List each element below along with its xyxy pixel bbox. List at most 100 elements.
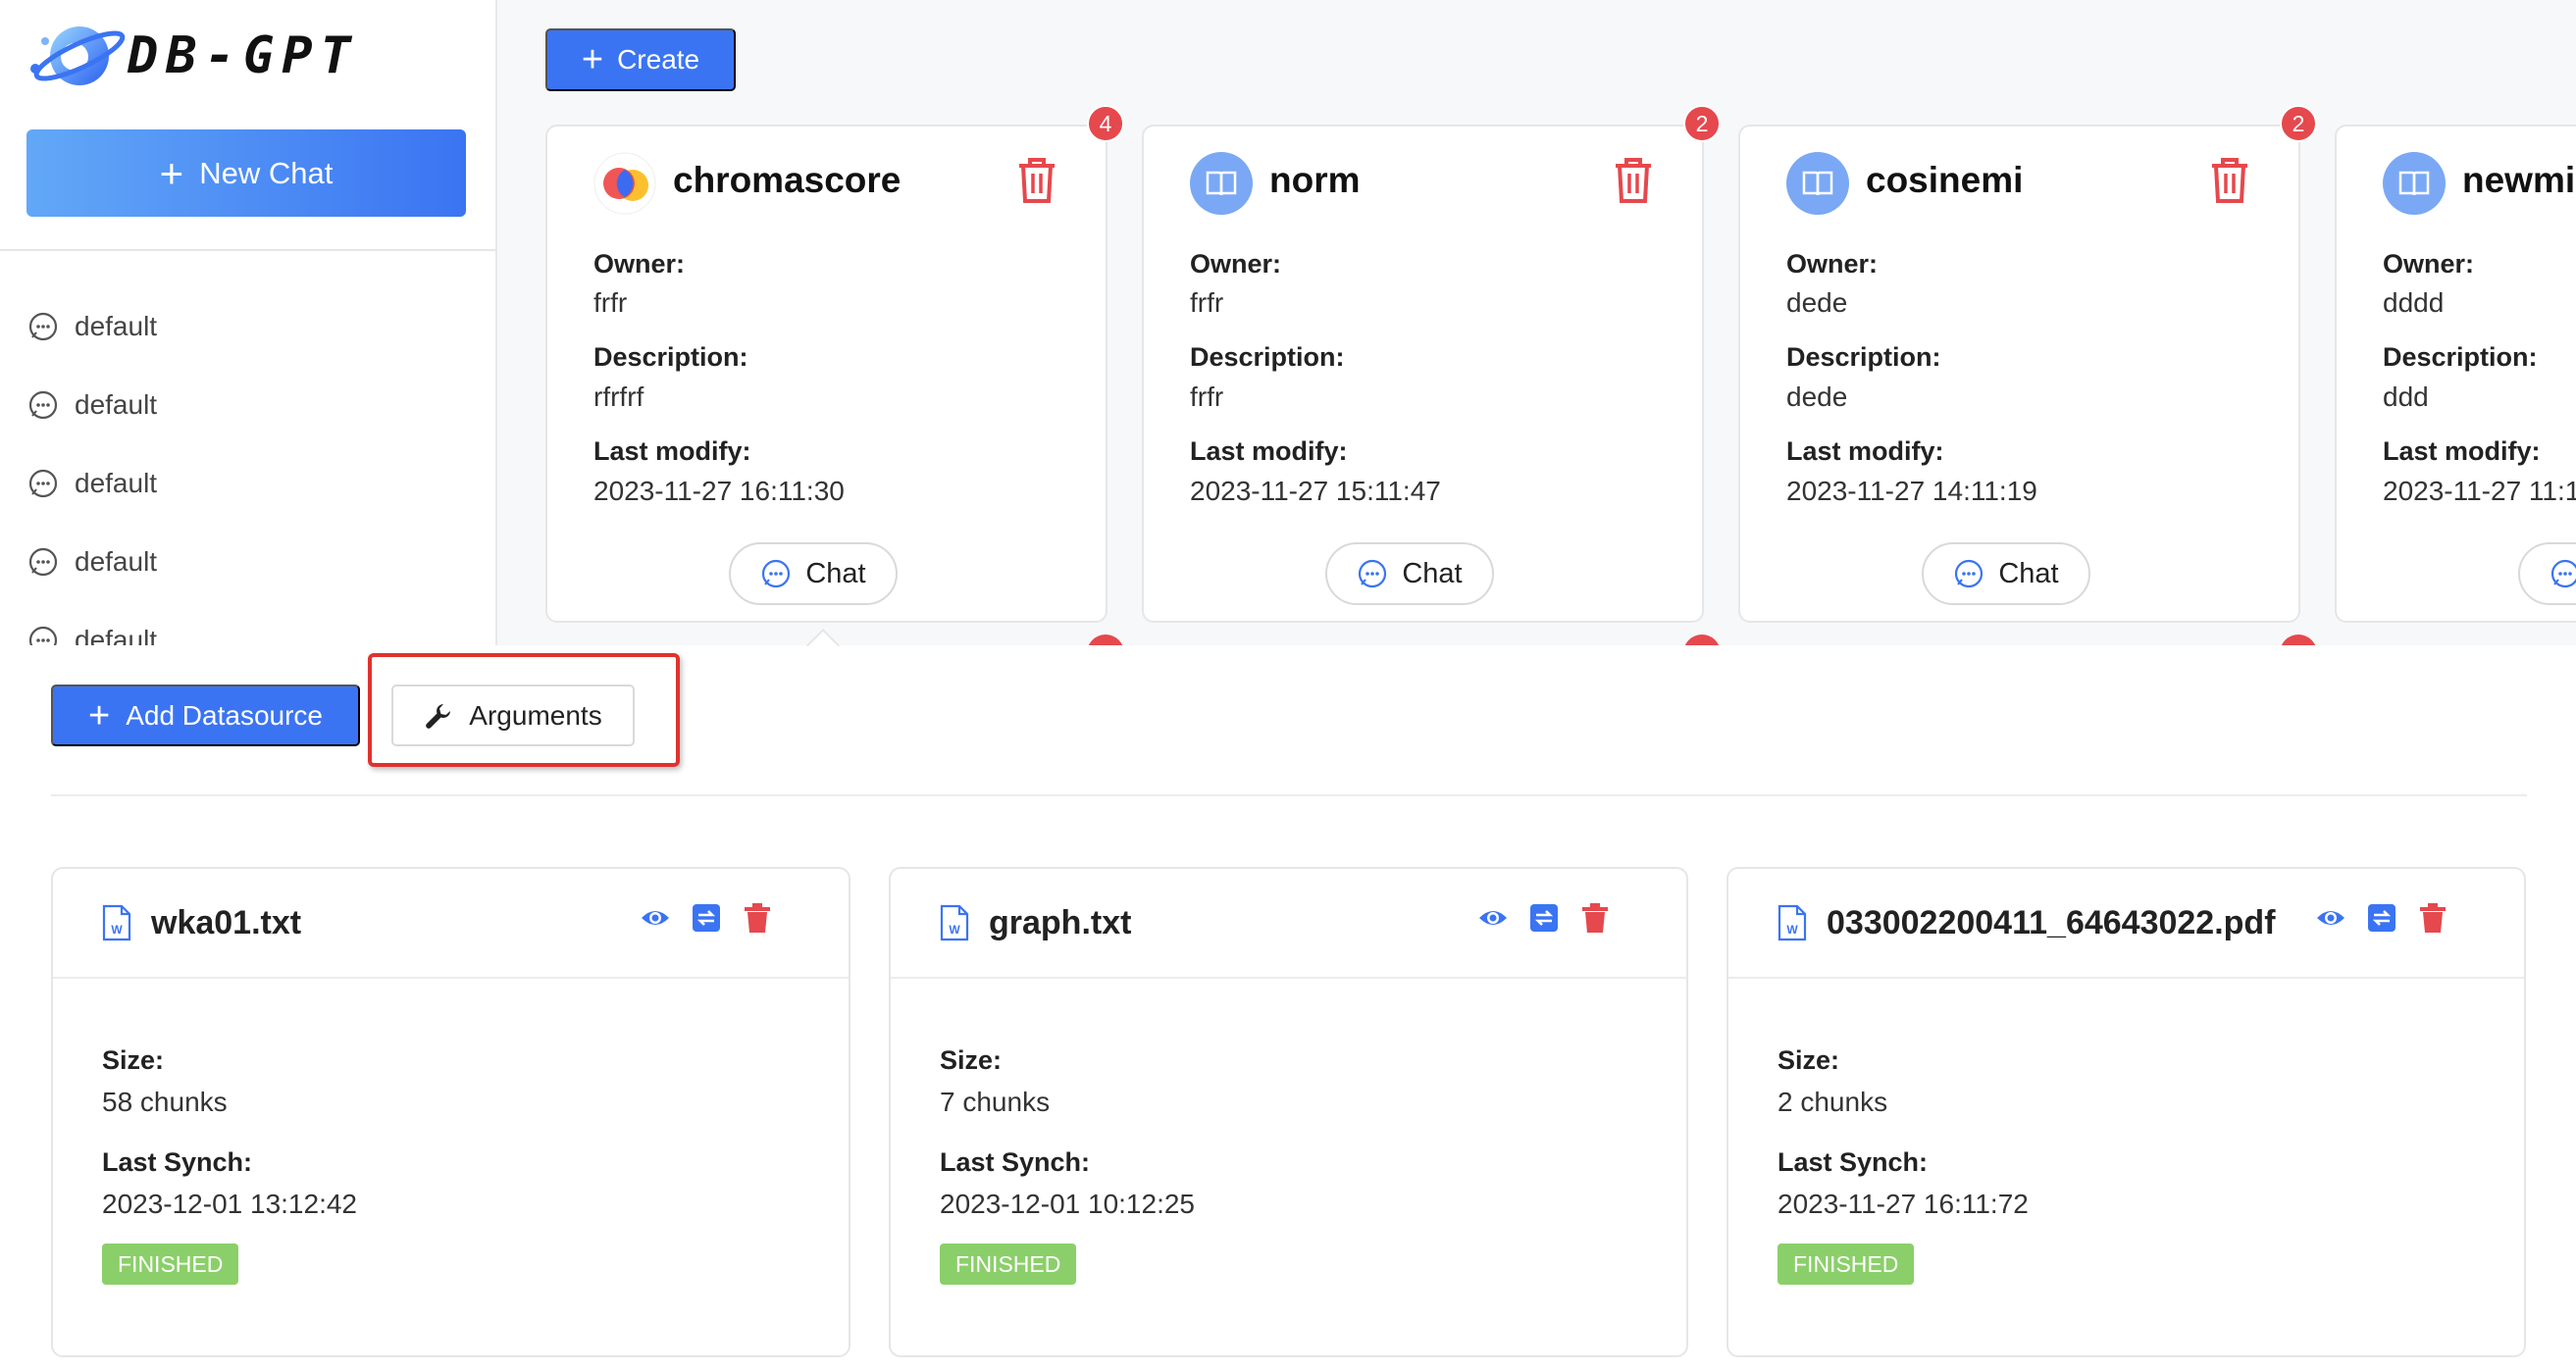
chat-bubble-icon (28, 469, 58, 498)
document-actions (2315, 902, 2448, 934)
app-logo[interactable]: DB-GPT (26, 12, 457, 100)
document-card: W 033002200411_64643022.pdf Size: 2 chun… (1726, 867, 2526, 1357)
eye-icon[interactable] (640, 902, 671, 934)
size-label: Size: (1777, 1045, 1840, 1075)
conversation-label: default (75, 389, 158, 420)
create-label: Create (617, 44, 700, 75)
chat-label: Chat (805, 557, 866, 589)
owner-label: Owner: (1786, 249, 1879, 279)
chat-bubble-icon (2551, 559, 2576, 588)
space-card[interactable]: newmi Owner: dddd Description: ddd Last … (2335, 125, 2576, 623)
document-name: wka01.txt (151, 904, 302, 941)
trash-icon[interactable] (2208, 156, 2251, 205)
word-file-icon: W (1777, 904, 1807, 941)
svg-text:W: W (111, 923, 123, 937)
sidebar: DB-GPT + New Chat default default defaul… (0, 0, 497, 645)
description-label: Description: (1190, 342, 1345, 372)
plus-icon: + (581, 39, 604, 80)
conversation-item[interactable]: default (27, 389, 157, 421)
description-label: Description: (1786, 342, 1941, 372)
size-value: 58 chunks (102, 1087, 228, 1117)
size-value: 7 chunks (940, 1087, 1051, 1117)
chat-label: Chat (1998, 557, 2059, 589)
book-icon (1786, 152, 1849, 215)
chat-bubble-icon (28, 547, 58, 577)
knowledge-spaces-area: + Create chromascore Owner: frfr Descrip… (497, 0, 2576, 645)
space-chat-button[interactable]: Chat (1922, 542, 2090, 605)
eye-icon[interactable] (1477, 902, 1509, 934)
trash-icon[interactable] (1579, 902, 1611, 934)
last-modify-label: Last modify: (1190, 436, 1348, 466)
word-file-icon: W (940, 904, 969, 941)
last-modify-label: Last modify: (2383, 436, 2541, 466)
new-chat-label: New Chat (199, 155, 334, 190)
last-modify-value: 2023-11-27 15:11:47 (1190, 476, 1441, 506)
conversation-item[interactable]: default (27, 311, 157, 342)
trash-icon[interactable] (1015, 156, 1058, 205)
space-card[interactable]: cosinemi Owner: dede Description: dede L… (1738, 125, 2300, 623)
space-card[interactable]: chromascore Owner: frfr Description: rfr… (545, 125, 1108, 623)
description-value: ddd (2383, 381, 2429, 412)
status-badge: FINISHED (940, 1244, 1077, 1285)
document-actions (1477, 902, 1611, 934)
space-chat-button[interactable]: Chat (729, 542, 898, 605)
sync-icon[interactable] (2366, 902, 2397, 934)
conversation-item[interactable]: default (27, 546, 157, 578)
document-name: graph.txt (989, 904, 1132, 941)
svg-text:W: W (949, 923, 960, 937)
sync-icon[interactable] (1528, 902, 1560, 934)
document-count-badge: 2 (2280, 105, 2317, 142)
book-icon (1190, 152, 1253, 215)
create-space-button[interactable]: + Create (545, 28, 736, 91)
document-card-header: W 033002200411_64643022.pdf (1728, 869, 2524, 979)
add-datasource-button[interactable]: + Add Datasource (51, 685, 360, 746)
planet-logo-icon (30, 26, 126, 85)
trash-icon[interactable] (2417, 902, 2448, 934)
plus-icon: + (88, 694, 111, 736)
chat-bubble-icon (28, 390, 58, 420)
owner-value: frfr (1190, 287, 1224, 318)
last-synch-value: 2023-12-01 13:12:42 (102, 1189, 357, 1219)
document-actions (640, 902, 773, 934)
description-value: dede (1786, 381, 1848, 412)
eye-icon[interactable] (2315, 902, 2346, 934)
space-chat-button[interactable]: Chat (1325, 542, 1494, 605)
trash-icon[interactable] (1612, 156, 1655, 205)
chat-bubble-icon (28, 312, 58, 341)
conversation-item[interactable]: default (27, 468, 157, 499)
document-card-header: W wka01.txt (53, 869, 849, 979)
owner-label: Owner: (2383, 249, 2475, 279)
badge-partial (2280, 635, 2317, 645)
new-chat-button[interactable]: + New Chat (26, 129, 466, 217)
document-name: 033002200411_64643022.pdf (1827, 904, 2276, 941)
owner-label: Owner: (1190, 249, 1282, 279)
space-card[interactable]: norm Owner: frfr Description: frfr Last … (1142, 125, 1704, 623)
svg-text:W: W (1786, 923, 1798, 937)
trash-icon[interactable] (742, 902, 773, 934)
conversation-label: default (75, 546, 158, 577)
last-synch-label: Last Synch: (940, 1147, 1091, 1177)
badge-partial (1087, 635, 1124, 645)
chat-bubble-icon (28, 626, 58, 645)
badge-partial (1683, 635, 1721, 645)
last-modify-value: 2023-11-27 16:11:30 (593, 476, 845, 506)
description-value: frfr (1190, 381, 1224, 412)
last-modify-value: 2023-11-27 11:1 (2383, 476, 2576, 506)
space-name: cosinemi (1866, 160, 2024, 200)
chat-bubble-icon (1955, 559, 1984, 588)
chat-bubble-icon (1359, 559, 1387, 588)
owner-value: frfr (593, 287, 628, 318)
logo-text: DB-GPT (128, 26, 359, 85)
space-chat-button[interactable]: Chat (2518, 542, 2576, 605)
app-shell: DB-GPT + New Chat default default defaul… (0, 0, 2576, 645)
conversation-item[interactable]: default (27, 625, 157, 645)
last-synch-label: Last Synch: (1777, 1147, 1929, 1177)
document-count-badge: 2 (1683, 105, 1721, 142)
description-label: Description: (2383, 342, 2538, 372)
chat-bubble-icon (762, 559, 791, 588)
sync-icon[interactable] (691, 902, 722, 934)
size-label: Size: (940, 1045, 1003, 1075)
conversation-label: default (75, 625, 158, 645)
highlight-box (368, 653, 680, 767)
document-card-header: W graph.txt (891, 869, 1686, 979)
